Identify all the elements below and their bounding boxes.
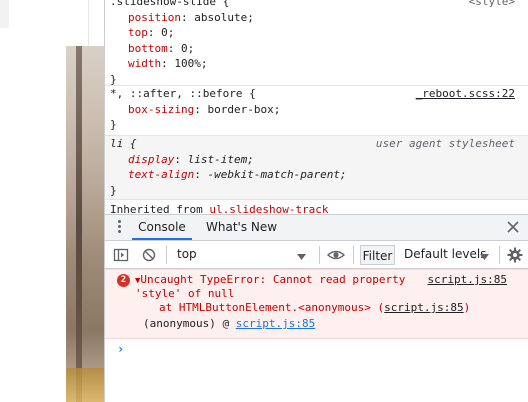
clear-console-icon[interactable]: [141, 247, 157, 263]
log-levels-dropdown[interactable]: Default levels: [404, 247, 486, 261]
property-name[interactable]: top: [128, 26, 148, 39]
toolbar-separator: [166, 246, 167, 264]
css-declaration[interactable]: position: absolute;: [110, 10, 528, 26]
inherited-header: Inherited from ul.slideshow-track: [105, 203, 528, 214]
eye-icon[interactable]: [326, 247, 346, 263]
context-selector[interactable]: top: [177, 247, 197, 261]
console-prompt[interactable]: ›: [117, 342, 124, 356]
rule-source[interactable]: <style>: [469, 0, 515, 10]
styles-pane: .slideshow-slide { <style> position: abso…: [105, 0, 528, 214]
property-value[interactable]: 0;: [181, 42, 194, 55]
error-source-link[interactable]: script.js:85: [428, 273, 507, 288]
devtools-panel: .slideshow-slide { <style> position: abso…: [104, 0, 528, 402]
css-rule-user-agent-li: li { user agent stylesheet display: list-…: [105, 136, 528, 200]
rule-close-brace: }: [110, 183, 117, 197]
inherited-selector-link[interactable]: ul.slideshow-track: [209, 203, 328, 214]
inherited-label: Inherited from: [110, 203, 203, 214]
toolbar-separator: [353, 246, 354, 264]
image-highlight: [66, 368, 104, 402]
rule-selector: .slideshow-slide {: [110, 0, 230, 8]
property-value[interactable]: border-box;: [207, 103, 280, 116]
error-message-line2: 'style' of null: [135, 287, 235, 300]
property-value[interactable]: 0;: [161, 26, 174, 39]
rule-selector: *, ::after, ::before {: [110, 87, 256, 100]
error-count-badge: 2: [117, 274, 130, 287]
sidebar-toggle-icon[interactable]: [113, 247, 129, 263]
css-declaration[interactable]: width: 100%;: [110, 56, 528, 72]
tab-label: Console: [138, 220, 186, 234]
stack-frame-link[interactable]: script.js:85: [384, 301, 463, 314]
page-header-strip: [0, 0, 9, 28]
property-value: -webkit-match-parent;: [207, 168, 347, 182]
webpage-viewport: [0, 0, 104, 402]
kebab-menu-icon[interactable]: [118, 220, 122, 234]
anonymous-frame-link[interactable]: script.js:85: [236, 317, 315, 330]
tab-label: What's New: [206, 220, 278, 234]
console-error-message[interactable]: 2 ▼Uncaught TypeError: Cannot read prope…: [105, 269, 528, 339]
property-name[interactable]: width: [128, 57, 161, 70]
dropdown-arrow-icon[interactable]: [297, 250, 306, 264]
css-declaration[interactable]: bottom: 0;: [110, 41, 528, 57]
property-name[interactable]: position: [128, 11, 181, 24]
rule-selector: li {: [110, 137, 137, 150]
filter-input[interactable]: Filter: [360, 245, 395, 265]
stack-frame-text: at HTMLButtonElement.<anonymous> (: [159, 301, 385, 314]
stack-frame-suffix: ): [463, 301, 471, 314]
property-name: text-align: [128, 168, 195, 182]
rule-source: user agent stylesheet: [375, 137, 515, 150]
rule-source-link[interactable]: _reboot.scss:22: [416, 86, 515, 102]
drawer-tabbar: Console What's New: [105, 214, 528, 241]
css-declaration[interactable]: top: 0;: [110, 25, 528, 41]
property-name[interactable]: bottom: [128, 42, 168, 55]
dropdown-arrow-icon[interactable]: [480, 250, 489, 264]
css-rule-slideshow-slide: .slideshow-slide { <style> position: abso…: [105, 0, 528, 86]
anonymous-frame-text: (anonymous) @: [143, 317, 236, 330]
image-shadow: [76, 46, 82, 402]
property-name[interactable]: box-sizing: [128, 103, 194, 116]
close-icon[interactable]: [505, 219, 521, 235]
css-rule-universal: *, ::after, ::before { _reboot.scss:22 bo…: [105, 86, 528, 136]
css-declaration[interactable]: box-sizing: border-box;: [110, 102, 528, 118]
settings-gear-icon[interactable]: [507, 247, 523, 263]
anonymous-frame: (anonymous) @ script.js:85: [143, 317, 315, 332]
css-declaration: display: list-item;: [128, 152, 254, 166]
toolbar-separator: [319, 246, 320, 264]
console-toolbar: top Filter Default levels: [105, 241, 528, 269]
property-value: list-item;: [187, 152, 254, 166]
property-value[interactable]: 100%;: [174, 57, 207, 70]
property-name: display: [128, 152, 175, 166]
console-messages: 2 ▼Uncaught TypeError: Cannot read prope…: [105, 269, 528, 402]
tab-whats-new[interactable]: What's New: [206, 215, 277, 240]
error-message-line1: Uncaught TypeError: Cannot read property: [140, 273, 406, 286]
stack-frame: at HTMLButtonElement.<anonymous> (script…: [159, 301, 470, 316]
css-declaration: text-align: -webkit-match-parent;: [128, 168, 347, 182]
slideshow-image: [66, 46, 104, 402]
rule-close-brace: }: [110, 118, 117, 132]
property-value[interactable]: absolute;: [194, 11, 254, 24]
tab-console[interactable]: Console: [132, 215, 192, 240]
toolbar-separator: [499, 246, 500, 264]
